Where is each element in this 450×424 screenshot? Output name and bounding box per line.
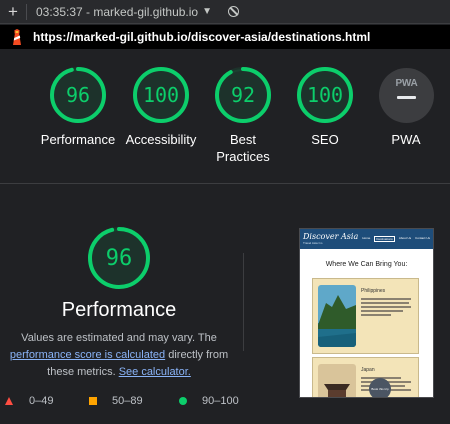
report-timestamp-tab[interactable]: 03:35:37 - marked-gil.github.io [27,5,198,19]
thumb-text-line [361,298,411,300]
performance-description: Values are estimated and may vary. The p… [6,330,232,381]
best-practices-label-line2: Practices [216,149,270,164]
pwa-label[interactable]: PWA [356,131,450,148]
thumb-book-button: Book this trip [369,378,391,397]
thumb-card-philippines: Philippines [312,278,419,354]
thumb-nav: Home Destinations About Us Contact Us [362,236,433,242]
chevron-down-icon[interactable]: ▼ [202,6,212,17]
performance-gauge[interactable]: 96 [49,66,107,124]
legend-fail-range: 0–49 [29,395,54,407]
seo-score: 100 [306,83,344,107]
japan-photo [318,364,356,397]
best-practices-score: 92 [230,83,256,107]
legend-average-range: 50–89 [112,395,143,407]
tab-strip: + 03:35:37 - marked-gil.github.io ▼ [0,0,450,24]
thumb-text-line [361,314,391,316]
thumb-nav-home: Home [362,236,371,240]
thumb-card-japan: Japan Book this trip [312,357,419,397]
thumb-header: Discover Asia Travel Asia Co Home Destin… [300,229,433,249]
thumb-card-japan-title: Japan [361,367,375,373]
see-calculator-link[interactable]: See calculator. [119,366,191,378]
performance-detail-gauge: 96 [87,226,151,290]
pwa-badge-text: PWA [395,78,418,89]
legend-average: 50–89 [89,393,143,409]
accessibility-gauge[interactable]: 100 [132,66,190,124]
thumb-tagline: Travel Asia Co [303,241,323,245]
thumb-text-line [361,302,409,304]
triangle-icon [5,397,13,405]
thumb-card-philippines-title: Philippines [361,288,386,294]
url-bar: https://marked-gil.github.io/discover-as… [0,25,450,49]
seo-gauge[interactable]: 100 [296,66,354,124]
best-practices-gauge[interactable]: 92 [214,66,272,124]
page-url[interactable]: https://marked-gil.github.io/discover-as… [33,30,370,44]
thumb-nav-about: About Us [398,236,412,240]
performance-detail-title: Performance [61,299,177,321]
thumb-text-line [361,310,403,312]
pwa-na-icon [397,96,416,99]
philippines-photo [318,285,356,347]
page-screenshot-thumbnail[interactable]: Discover Asia Travel Asia Co Home Destin… [299,228,434,398]
thumb-heading: Where We Can Bring You: [325,261,408,268]
performance-score: 96 [65,83,91,107]
legend-fail: 0–49 [5,393,53,409]
accessibility-score: 100 [142,83,180,107]
legend-pass-range: 90–100 [202,395,239,407]
square-icon [89,397,97,405]
performance-detail-score: 96 [105,245,133,271]
thumb-nav-contact: Contact Us [415,236,430,240]
thumb-text-line [361,306,411,308]
thumb-nav-destinations: Destinations [374,236,395,242]
pwa-badge[interactable]: PWA [379,68,434,123]
new-tab-button[interactable]: + [0,2,26,22]
circle-icon [179,397,187,405]
vertical-divider [243,253,244,351]
performance-score-link[interactable]: performance score is calculated [10,349,165,361]
thumb-logo: Discover Asia [303,232,359,241]
thumb-logo-group: Discover Asia Travel Asia Co [303,232,359,246]
clear-report-icon[interactable] [228,6,239,17]
legend-pass: 90–100 [179,393,239,409]
lighthouse-icon [13,29,21,45]
section-divider [0,183,450,184]
description-text-1: Values are estimated and may vary. The [21,332,217,344]
